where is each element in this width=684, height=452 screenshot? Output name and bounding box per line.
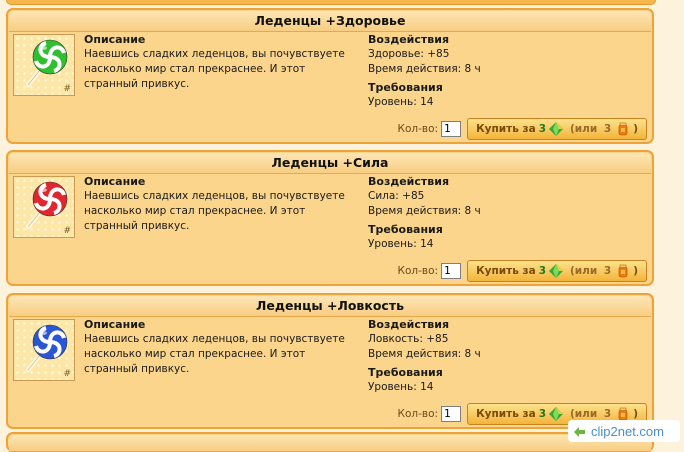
product-title: Леденцы +Здоровье — [9, 11, 651, 32]
watermark-text: clip2net.com — [591, 423, 664, 439]
description-text: Наевшись сладких леденцов, вы почувствуе… — [84, 48, 345, 90]
buy-button[interactable]: Купить за 3 (или 3 ) — [467, 260, 647, 282]
description-block: Описание Наевшись сладких леденцов, вы п… — [84, 33, 354, 92]
price-gems: 3 — [538, 265, 546, 277]
quantity-input[interactable] — [441, 406, 462, 422]
effects-block: Воздействия Ловкость: +85 Время действия… — [368, 318, 568, 395]
effect-stat: Сила: +85 — [368, 190, 425, 202]
alt-price-group: (или 3 — [570, 265, 614, 277]
honey-jar-icon — [618, 122, 628, 136]
price-gems: 3 — [538, 123, 546, 135]
buy-button[interactable]: Купить за 3 (или 3 ) — [467, 118, 647, 140]
description-block: Описание Наевшись сладких леденцов, вы п… — [84, 175, 354, 234]
description-title: Описание — [84, 33, 146, 46]
alt-price-suffix: ) — [633, 265, 638, 277]
buy-label: Купить за — [476, 123, 536, 135]
green-gem-icon — [549, 407, 563, 421]
requirement-level: Уровень: 14 — [368, 96, 434, 108]
price-gems: 3 — [538, 408, 546, 420]
buy-label: Купить за — [476, 265, 536, 277]
product-card: Леденцы +Здоровье # Описание Наевшись сл… — [6, 8, 654, 144]
effect-duration: Время действия: 8 ч — [368, 348, 481, 360]
product-thumbnail[interactable]: # — [13, 176, 75, 238]
buy-label: Купить за — [476, 408, 536, 420]
alt-price-suffix: ) — [633, 123, 638, 135]
product-title: Леденцы +Сила — [9, 153, 651, 174]
product-card: Леденцы +Сила # Описание Наевшись сладки… — [6, 150, 654, 286]
watermark: clip2net.com — [568, 420, 680, 442]
purchase-row: Кол-во: Купить за 3 (или 3 — [398, 260, 647, 282]
honey-jar-icon — [618, 264, 628, 278]
previous-card-edge — [6, 0, 656, 5]
item-hash-mark: # — [63, 84, 71, 94]
next-product-card-partial — [6, 432, 654, 452]
alt-price-prefix: (или — [570, 123, 598, 135]
alt-price-suffix: ) — [633, 408, 638, 420]
description-text: Наевшись сладких леденцов, вы почувствуе… — [84, 333, 345, 375]
purchase-row: Кол-во: Купить за 3 (или 3 — [398, 118, 647, 140]
item-hash-mark: # — [63, 226, 71, 236]
description-title: Описание — [84, 318, 146, 331]
effects-block: Воздействия Здоровье: +85 Время действия… — [368, 33, 568, 110]
honey-jar-icon — [618, 407, 628, 421]
description-block: Описание Наевшись сладких леденцов, вы п… — [84, 318, 354, 377]
alt-price-prefix: (или — [570, 408, 598, 420]
requirement-level: Уровень: 14 — [368, 381, 434, 393]
quantity-input[interactable] — [441, 121, 462, 137]
description-title: Описание — [84, 175, 146, 188]
effect-duration: Время действия: 8 ч — [368, 205, 481, 217]
requirements-title: Требования — [368, 366, 443, 379]
green-gem-icon — [549, 264, 563, 278]
effect-stat: Здоровье: +85 — [368, 48, 450, 60]
description-text: Наевшись сладких леденцов, вы почувствуе… — [84, 190, 345, 232]
quantity-label: Кол-во: — [397, 265, 439, 277]
effects-block: Воздействия Сила: +85 Время действия: 8 … — [368, 175, 568, 252]
quantity-label: Кол-во: — [397, 408, 439, 420]
price-alt: 3 — [603, 123, 612, 135]
effect-duration: Время действия: 8 ч — [368, 63, 481, 75]
effects-title: Воздействия — [368, 33, 450, 46]
alt-price-prefix: (или — [570, 265, 598, 277]
product-thumbnail[interactable]: # — [13, 34, 75, 96]
quantity-label: Кол-во: — [397, 123, 439, 135]
green-gem-icon — [549, 122, 563, 136]
effects-title: Воздействия — [368, 175, 450, 188]
product-thumbnail[interactable]: # — [13, 319, 75, 381]
item-hash-mark: # — [63, 369, 71, 379]
requirements-title: Требования — [368, 81, 443, 94]
product-title: Леденцы +Ловкость — [9, 296, 651, 317]
quantity-input[interactable] — [441, 263, 462, 279]
alt-price-group: (или 3 — [570, 123, 614, 135]
price-alt: 3 — [603, 408, 612, 420]
product-card: Леденцы +Ловкость # Описание Наевшись сл… — [6, 293, 654, 429]
requirement-level: Уровень: 14 — [368, 238, 434, 250]
requirements-title: Требования — [368, 223, 443, 236]
alt-price-group: (или 3 — [570, 408, 614, 420]
next-card-header — [9, 435, 651, 452]
price-alt: 3 — [603, 265, 612, 277]
effect-stat: Ловкость: +85 — [368, 333, 449, 345]
effects-title: Воздействия — [368, 318, 450, 331]
clip2net-logo-icon — [574, 427, 585, 437]
